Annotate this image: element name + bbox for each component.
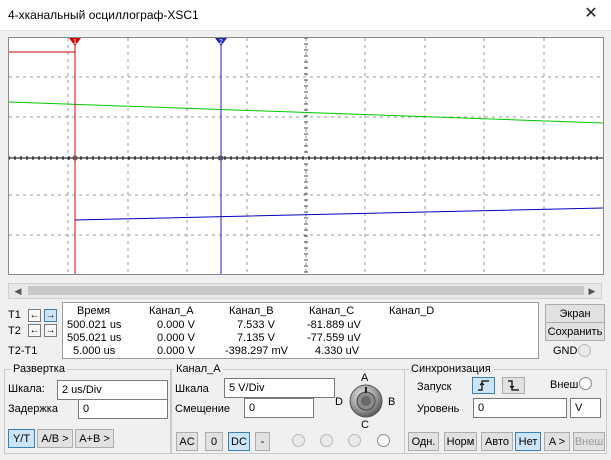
scroll-right-icon[interactable]: ▶ [584,284,600,298]
coupling-zero-button[interactable]: 0 [205,432,223,451]
header-channel-b: Канал_B [229,305,274,317]
close-icon[interactable]: ✕ [579,3,603,25]
mode-yt-button[interactable]: Y/T [8,429,35,448]
falling-edge-icon [508,380,519,391]
channel-radio-4[interactable] [377,434,390,447]
channel-radio-3[interactable] [348,434,361,447]
delay-label: Задержка [8,403,58,415]
channel-radio-2[interactable] [320,434,333,447]
t1-right-arrow-icon[interactable]: → [44,309,57,322]
t2-time: 505.021 us [67,332,122,344]
level-label: Уровень [417,403,460,415]
cursor-2-label: 2 [219,39,223,46]
row-label-t2-t1: T2-T1 [8,345,38,357]
t1-time: 500.021 us [67,319,122,331]
title-bar: 4-хканальный осциллограф-XSC1 ✕ [0,0,611,31]
trigger-falling-edge-button[interactable] [502,377,525,394]
sweep-scale-input[interactable]: 2 us/Div [57,380,168,400]
scope-graph: 12 [9,38,603,274]
rising-edge-icon [478,380,489,391]
coupling-dc-button[interactable]: DC [228,432,250,451]
cursor-readout-table: Время Канал_A Канал_B Канал_C Канал_D 50… [62,302,539,359]
row-label-t2: T2 [8,325,21,337]
diff-time: 5.000 us [73,345,116,357]
diff-channel-c: 4.330 uV [315,345,360,357]
sync-normal-button[interactable]: Норм [444,432,477,451]
sync-auto-button[interactable]: Авто [481,432,513,451]
t2-channel-a: 0.000 V [157,332,195,344]
header-channel-a: Канал_A [149,305,194,317]
t1-channel-a: 0.000 V [157,319,195,331]
header-channel-d: Канал_D [389,305,435,317]
screen-button[interactable]: Экран [545,304,605,323]
sweep-title: Развертка [11,363,67,375]
sync-none-button[interactable]: Нет [515,432,541,451]
sync-external-button[interactable]: Внеш [573,432,605,451]
channel-scale-label: Шкала [175,383,209,395]
mode-ab-button[interactable]: A/B > [37,429,73,448]
coupling-ac-button[interactable]: AC [176,432,198,451]
sync-source-a-button[interactable]: A > [544,432,570,451]
t1-channel-b: 7.533 V [237,319,275,331]
t2-channel-b: 7.135 V [237,332,275,344]
external-radio[interactable] [579,377,592,390]
channel-radio-1[interactable] [292,434,305,447]
t2-right-arrow-icon[interactable]: → [44,324,57,337]
knob-label-a: A [361,372,369,384]
offset-label: Смещение [175,403,231,415]
delay-input[interactable]: 0 [78,399,168,419]
trigger-rising-edge-button[interactable] [472,377,495,394]
oscilloscope-screen[interactable]: 12 [8,37,604,275]
header-channel-c: Канал_C [309,305,355,317]
channel-scale-input[interactable]: 5 V/Div [224,378,335,398]
window-title: 4-хканальный осциллограф-XSC1 [8,8,199,22]
sweep-scale-label: Шкала: [8,383,45,395]
mode-a-plus-b-button[interactable]: A+B > [75,429,114,448]
scroll-left-icon[interactable]: ◀ [10,284,26,298]
sync-single-button[interactable]: Одн. [408,432,439,451]
offset-input[interactable]: 0 [244,398,314,418]
channel-b-trace [74,158,603,221]
external-label: Внеш [550,379,579,391]
scrollbar-thumb[interactable] [28,286,584,295]
level-input[interactable]: 0 [473,398,567,418]
trigger-label: Запуск [417,381,452,393]
header-time: Время [77,305,111,317]
gnd-radio[interactable] [578,344,591,357]
row-label-t1: T1 [8,309,21,321]
t2-left-arrow-icon[interactable]: ← [28,324,41,337]
coupling-minus-button[interactable]: - [255,432,270,451]
sync-title: Синхронизация [409,363,493,375]
diff-channel-a: 0.000 V [157,345,195,357]
t1-left-arrow-icon[interactable]: ← [28,309,41,322]
save-button[interactable]: Сохранить [545,322,605,341]
channel-title: Канал_A [174,363,223,375]
diff-channel-b: -398.297 mV [225,345,288,357]
channel-a-trace [9,101,603,124]
knob-label-c: C [361,419,369,431]
level-unit[interactable]: V [570,398,601,418]
gnd-label: GND [553,345,578,357]
channel-selector-knob-icon[interactable] [349,384,383,418]
horizontal-scrollbar[interactable]: ◀ ▶ [8,283,602,299]
t2-channel-c: -77.559 uV [307,332,361,344]
knob-label-b: B [388,396,396,408]
t1-channel-c: -81.889 uV [307,319,361,331]
cursor-1-label: 1 [73,39,77,46]
knob-label-d: D [335,396,343,408]
